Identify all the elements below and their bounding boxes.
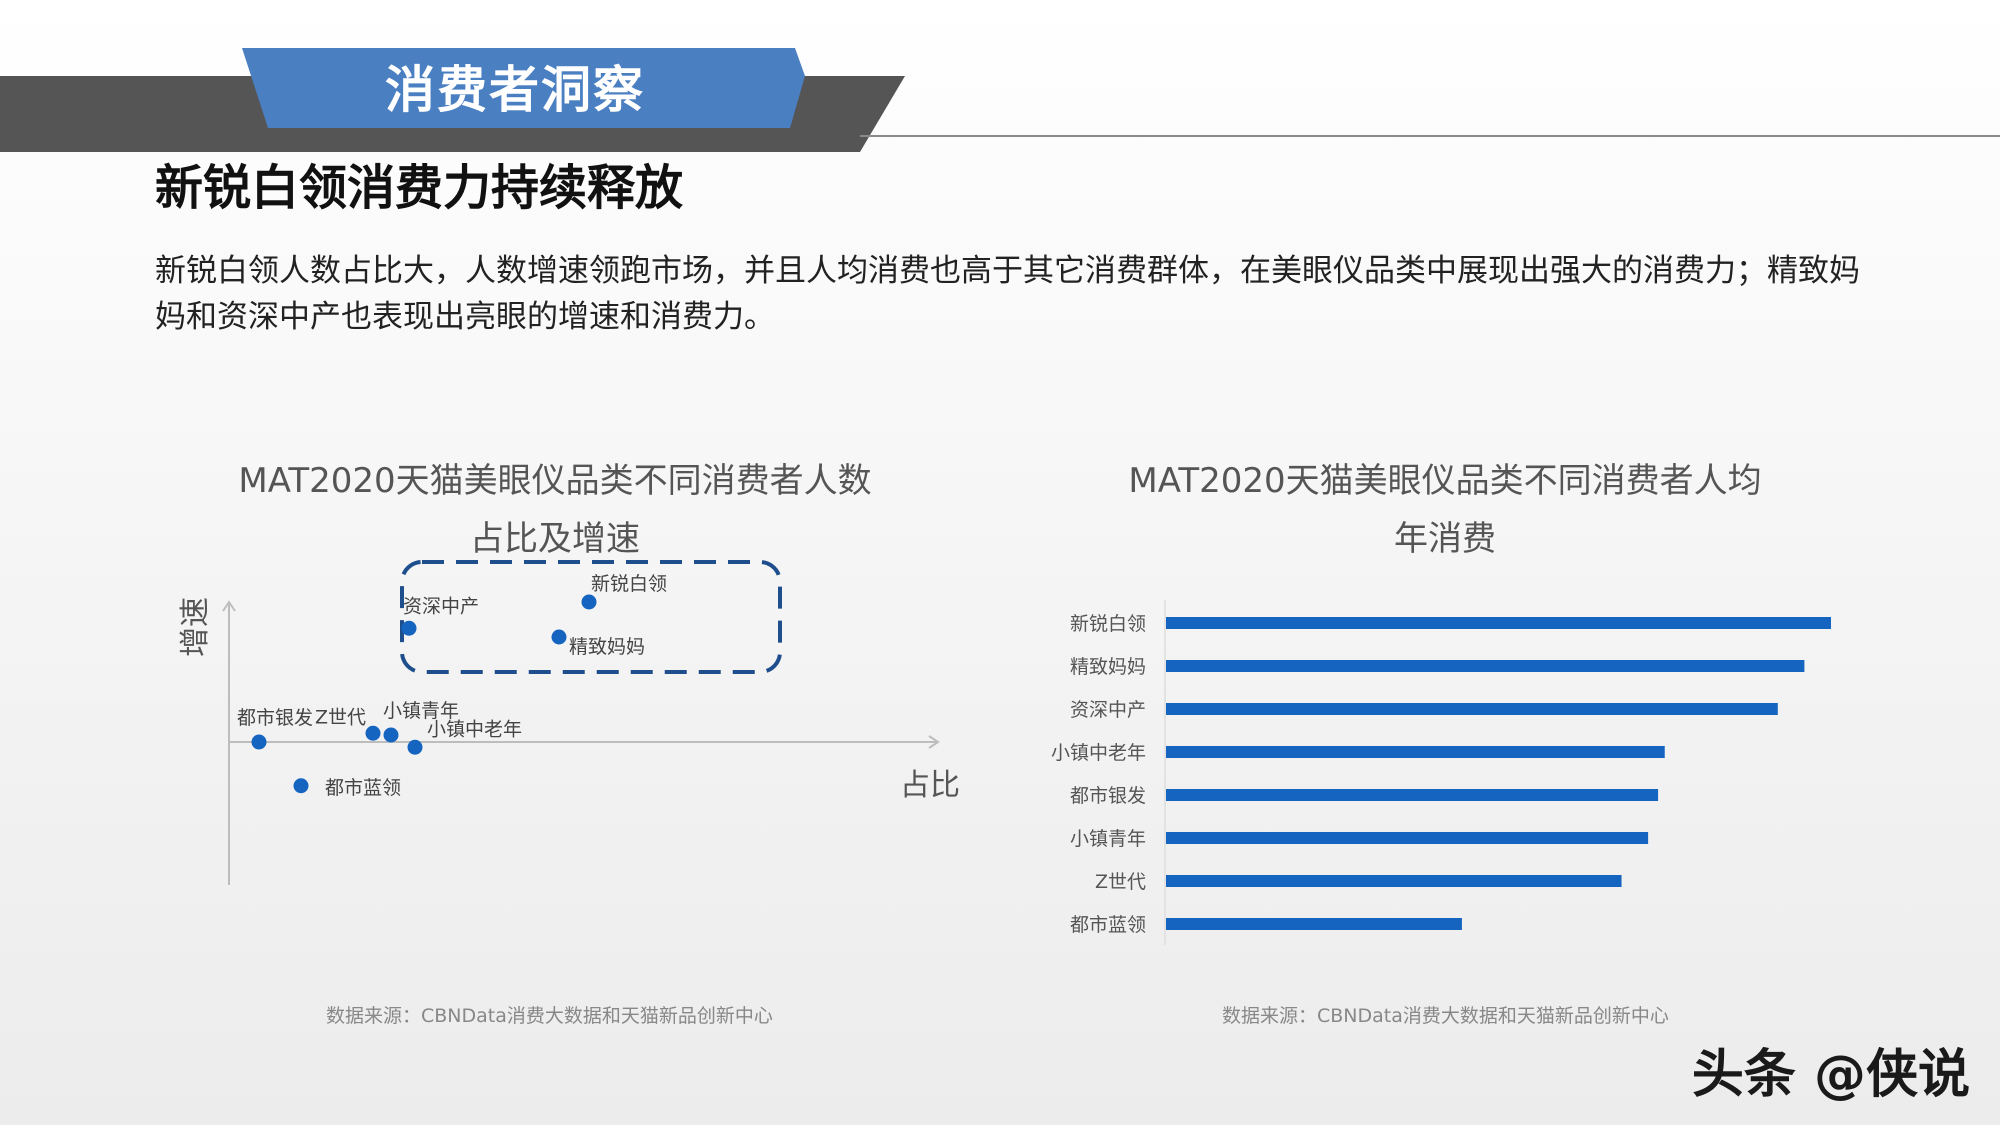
bar-category-label: Z世代 [1095, 871, 1146, 893]
bar-category-label: 小镇中老年 [1051, 742, 1146, 764]
bar-category-label: 小镇青年 [1070, 828, 1146, 850]
bar-category-label: 新锐白领 [1070, 613, 1146, 635]
bar [1166, 703, 1778, 715]
bar [1166, 660, 1805, 672]
bar [1166, 832, 1649, 844]
bar-source: 数据来源：CBNData消费大数据和天猫新品创新中心 [1222, 1005, 1669, 1027]
bar-category-label: 精致妈妈 [1070, 656, 1146, 678]
bar [1166, 746, 1665, 758]
bar-category-label: 资深中产 [1070, 699, 1146, 721]
bar-category-label: 都市蓝领 [1070, 914, 1146, 936]
bar-category-label: 都市银发 [1070, 785, 1146, 807]
bar-chart: 新锐白领精致妈妈资深中产小镇中老年都市银发小镇青年 Z世代都市蓝领 [1051, 600, 1831, 945]
bar [1166, 617, 1831, 629]
bar [1166, 789, 1659, 801]
bar [1166, 875, 1622, 887]
watermark: 头条 @侠说 [1691, 1045, 1970, 1105]
bar [1166, 918, 1462, 930]
